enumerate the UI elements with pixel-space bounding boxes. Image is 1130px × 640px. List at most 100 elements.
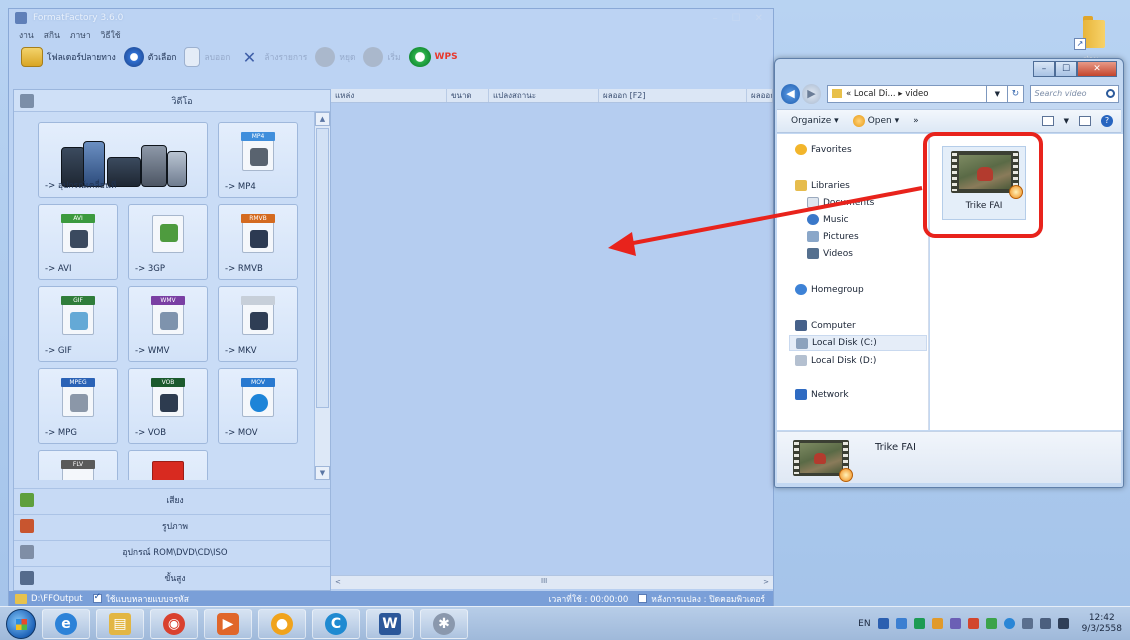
open-button[interactable]: Open ▾ [852,115,899,127]
tray-app-icon[interactable] [877,618,889,629]
nav-libraries[interactable]: Libraries [795,180,850,191]
wps-button[interactable]: WPS [408,47,458,67]
forward-button[interactable]: ▶ [801,84,821,104]
tray-app-icon[interactable] [1003,618,1015,629]
tile-swf[interactable] [128,450,208,480]
taskbar-media-player[interactable]: ▶ [204,608,252,639]
nav-network[interactable]: Network [795,389,849,400]
language-indicator[interactable]: EN [858,619,870,629]
tile-3gp[interactable]: -> 3GP [128,204,208,280]
nav-homegroup[interactable]: Homegroup [795,284,864,295]
tray-app-icon[interactable] [985,618,997,629]
multithread-checkbox[interactable] [92,592,102,603]
tile-mov[interactable]: MOV -> MOV [218,368,298,444]
address-dropdown-button[interactable]: ▼ [987,85,1009,103]
output-folder-button[interactable]: โฟลเดอร์ปลายทาง [21,47,116,67]
nav-local-disk-d[interactable]: Local Disk (D:) [795,355,876,366]
address-bar[interactable]: « Local Di... ▸ video [826,85,988,103]
organize-button[interactable]: Organize ▾ [791,116,839,126]
tile-mkv[interactable]: -> MKV [218,286,298,362]
explorer-close-button[interactable]: ✕ [1077,61,1117,77]
taskbar-file-explorer[interactable]: ▤ [96,608,144,639]
tile-rmvb[interactable]: RMVB -> RMVB [218,204,298,280]
help-icon[interactable]: ? [1101,115,1113,127]
tray-app-icon[interactable] [931,618,943,629]
tile-wmv[interactable]: WMV -> WMV [128,286,208,362]
tray-app-icon[interactable] [895,618,907,629]
explorer-maximize-button[interactable]: ☐ [1055,61,1077,77]
category-audio[interactable]: เสียง [14,488,330,510]
format-grid-scrollbar[interactable]: ▲ ▼ [314,112,330,480]
stop-button[interactable]: หยุด [315,47,355,67]
start-button[interactable] [6,608,36,639]
scroll-up-button[interactable]: ▲ [315,112,330,126]
search-input[interactable]: Search video [1029,85,1119,103]
scroll-thumb[interactable] [316,128,329,408]
tile-vob[interactable]: VOB -> VOB [128,368,208,444]
shutdown-checkbox[interactable] [638,594,648,603]
maximize-button[interactable]: ☐ [732,13,741,24]
scroll-left-button[interactable]: < [335,578,341,586]
tile-gif[interactable]: GIF -> GIF [38,286,118,362]
nav-documents[interactable]: Documents [807,197,874,208]
minimize-button[interactable]: – [713,13,718,24]
back-button[interactable]: ◀ [781,84,800,104]
nav-local-disk-c[interactable]: Local Disk (C:) [789,335,927,351]
clock[interactable]: 12:42 9/3/2558 [1082,613,1122,635]
clear-list-button[interactable]: ✕ ล้างรายการ [238,47,308,67]
close-button[interactable]: ✕ [755,13,763,24]
scroll-down-button[interactable]: ▼ [315,466,330,480]
remove-button[interactable]: ลบออก [184,47,230,67]
horizontal-scrollbar[interactable]: < III > [331,575,773,589]
menu-language[interactable]: ภาษา [70,28,91,42]
column-output-f2[interactable]: ผลออก [F2] [599,89,747,102]
category-picture[interactable]: รูปภาพ [14,514,330,536]
scroll-right-button[interactable]: > [763,578,769,586]
column-size[interactable]: ขนาด [447,89,489,102]
desktop-folder-icon[interactable]: ↗ [1074,12,1108,52]
nav-favorites[interactable]: Favorites [795,144,852,155]
taskbar-chrome[interactable]: ◉ [150,608,198,639]
view-dropdown-icon[interactable]: ▼ [1064,117,1069,125]
nav-computer[interactable]: Computer [795,320,856,331]
refresh-icon[interactable]: ↻ [1008,85,1024,103]
column-source[interactable]: แหล่ง [331,89,447,102]
change-view-icon[interactable] [1041,116,1054,126]
taskbar-browser[interactable]: C [312,608,360,639]
task-list-body[interactable] [331,103,773,575]
task-list[interactable]: แหล่ง ขนาด แปลงสถานะ ผลออก [F2] ผลออก < … [331,89,773,591]
nav-music[interactable]: Music [807,214,849,225]
taskbar-word[interactable]: W [366,608,414,639]
tile-flv[interactable]: FLV [38,450,118,480]
column-output[interactable]: ผลออก [747,89,773,102]
tray-app-icon[interactable] [913,618,925,629]
taskbar-format-factory[interactable]: ● [258,608,306,639]
output-folder-path[interactable]: D:\FFOutput [31,594,83,604]
volume-icon[interactable] [1057,618,1069,629]
tile-mp4[interactable]: MP4 -> MP4 [218,122,298,198]
menu-help[interactable]: วิธีใช้ [101,28,121,42]
flag-icon[interactable] [1021,618,1033,629]
video-category-header[interactable]: วิดีโอ [14,90,330,112]
start-button[interactable]: เริ่ม [363,47,401,67]
explorer-minimize-button[interactable]: – [1033,61,1055,77]
tray-app-icon[interactable] [949,618,961,629]
menu-skin[interactable]: สกิน [44,28,60,42]
preview-pane-icon[interactable] [1079,116,1091,126]
category-advanced[interactable]: ขั้นสูง [14,566,330,588]
nav-pictures[interactable]: Pictures [807,231,859,242]
scroll-grip[interactable]: III [541,577,547,585]
category-rom-dvd-cd-iso[interactable]: อุปกรณ์ ROM\DVD\CD\ISO [14,540,330,562]
tile-mobile-device[interactable]: -> อุปกรณ์เคลื่อนที่ [38,122,208,198]
taskbar-settings-app[interactable]: ✱ [420,608,468,639]
option-button[interactable]: ตัวเลือก [123,47,176,67]
network-icon[interactable] [1039,618,1051,629]
tray-app-icon[interactable] [967,618,979,629]
tile-avi[interactable]: AVI -> AVI [38,204,118,280]
menu-task[interactable]: งาน [19,28,34,42]
more-commands-button[interactable]: » [913,116,919,126]
tile-mpg[interactable]: MPEG -> MPG [38,368,118,444]
nav-videos[interactable]: Videos [807,248,853,259]
column-convert-state[interactable]: แปลงสถานะ [489,89,599,102]
taskbar-internet-explorer[interactable]: e [42,608,90,639]
